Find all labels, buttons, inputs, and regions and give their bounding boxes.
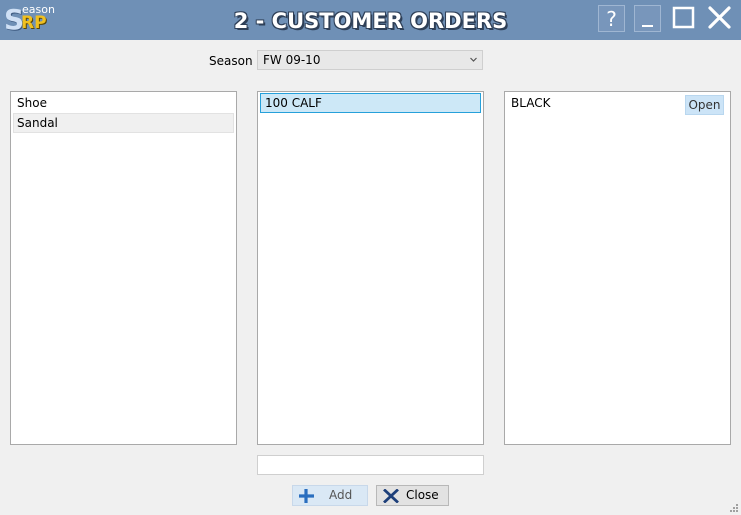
season-select[interactable]: FW 09-10 — [257, 50, 483, 70]
open-button[interactable]: Open — [685, 95, 724, 115]
plus-icon — [299, 489, 314, 503]
minimize-icon — [642, 25, 653, 27]
add-button[interactable]: Add — [292, 485, 368, 506]
list-item-100-calf[interactable]: 100 CALF — [260, 93, 481, 113]
season-label: Season — [209, 54, 253, 68]
new-item-input[interactable] — [257, 455, 484, 475]
close-button[interactable]: Close — [376, 485, 449, 506]
help-icon: ? — [606, 7, 617, 31]
season-value: FW 09-10 — [263, 53, 321, 67]
close-button-label: Close — [406, 488, 439, 502]
list-item-sandal[interactable]: Sandal — [13, 113, 234, 133]
help-button[interactable]: ? — [598, 5, 625, 32]
add-button-label: Add — [329, 488, 353, 502]
colors-list[interactable]: BLACK Open — [504, 91, 731, 445]
models-list[interactable]: 100 CALF — [257, 91, 484, 445]
close-icon — [708, 6, 731, 29]
maximize-icon — [672, 6, 695, 29]
close-icon — [383, 489, 399, 503]
maximize-button[interactable] — [670, 5, 697, 32]
types-list[interactable]: Shoe Sandal — [10, 91, 237, 445]
window-title: 2 - CUSTOMER ORDERS — [233, 9, 508, 33]
list-item-black[interactable]: BLACK — [507, 93, 657, 113]
window-close-button[interactable] — [706, 5, 733, 32]
chevron-down-icon — [470, 57, 477, 62]
list-item-shoe[interactable]: Shoe — [13, 93, 234, 113]
minimize-button[interactable] — [634, 5, 661, 32]
title-bar: S eason RP 2 - CUSTOMER ORDERS ? — [0, 0, 741, 40]
resize-grip-icon[interactable] — [729, 503, 739, 513]
